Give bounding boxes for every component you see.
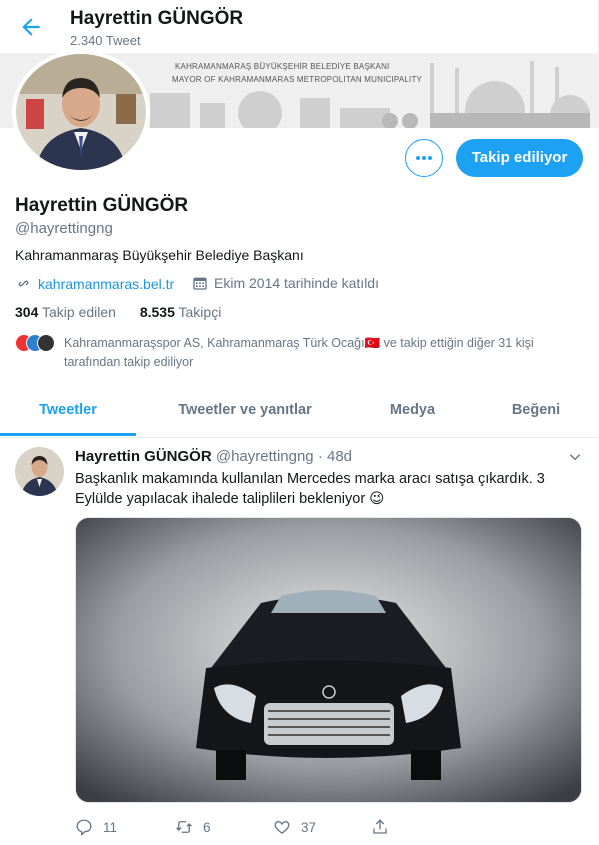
following-button[interactable]: Takip ediliyor bbox=[456, 139, 583, 177]
followed-by-line-2: tarafından takip ediliyor bbox=[64, 355, 194, 369]
profile-handle: @hayrettingng bbox=[15, 220, 113, 237]
reply-icon bbox=[76, 819, 92, 836]
banner-line-2: MAYOR OF KAHRAMANMARAS METROPOLITAN MUNI… bbox=[172, 75, 423, 84]
retweet-icon bbox=[176, 821, 192, 833]
tweet-author-name[interactable]: Hayrettin GÜNGÖR bbox=[75, 448, 212, 465]
followed-by-text[interactable]: Kahramanmaraşspor AS, Kahramanmaraş Türk… bbox=[64, 334, 584, 372]
profile-avatar[interactable] bbox=[12, 50, 150, 174]
like-action[interactable]: 37 bbox=[273, 818, 316, 836]
reply-action[interactable]: 11 bbox=[75, 818, 117, 836]
avatar-photo bbox=[16, 54, 146, 170]
back-arrow-icon[interactable] bbox=[18, 14, 44, 40]
tab-tweets[interactable]: Tweetler bbox=[0, 384, 136, 437]
topbar-tweet-count: 2.340 Tweet bbox=[70, 33, 141, 48]
following-count: 304 bbox=[15, 304, 39, 320]
tweet-author-handle[interactable]: @hayrettingng · 48d bbox=[216, 448, 352, 465]
tab-likes[interactable]: Beğeni bbox=[495, 384, 577, 437]
profile-name: Hayrettin GÜNGÖR bbox=[15, 195, 189, 216]
profile-tabs: Tweetler Tweetler ve yanıtlar Medya Beğe… bbox=[0, 384, 599, 438]
tweet-media-image[interactable] bbox=[75, 517, 582, 803]
mini-avatar bbox=[37, 334, 55, 352]
car-photo bbox=[76, 518, 581, 802]
website-link[interactable]: kahramanmaras.bel.tr bbox=[38, 276, 174, 292]
topbar-name: Hayrettin GÜNGÖR bbox=[70, 8, 244, 29]
tab-tweets-and-replies[interactable]: Tweetler ve yanıtlar bbox=[160, 384, 330, 437]
profile-website: kahramanmaras.bel.tr bbox=[15, 275, 174, 292]
tweet-avatar-photo bbox=[15, 447, 64, 496]
tweet-header: Hayrettin GÜNGÖR @hayrettingng · 48d bbox=[75, 448, 352, 465]
retweet-count: 6 bbox=[203, 819, 211, 835]
share-action[interactable] bbox=[371, 818, 389, 836]
like-count: 37 bbox=[301, 819, 317, 835]
followers-stat[interactable]: 8.535 Takipçi bbox=[140, 304, 221, 320]
joined-text: Ekim 2014 tarihinde katıldı bbox=[214, 275, 379, 291]
retweet-action[interactable]: 6 bbox=[175, 818, 211, 836]
more-options-button[interactable] bbox=[405, 139, 443, 177]
banner-line-1: KAHRAMANMARAŞ BÜYÜKŞEHİR BELEDİYE BAŞKAN… bbox=[175, 62, 390, 71]
like-icon bbox=[274, 821, 290, 834]
link-icon bbox=[18, 280, 29, 287]
profile-joined: Ekim 2014 tarihinde katıldı bbox=[192, 275, 379, 291]
calendar-icon bbox=[193, 277, 207, 290]
following-label: Takip edilen bbox=[42, 304, 116, 320]
tweet-avatar[interactable] bbox=[15, 447, 64, 496]
share-icon bbox=[373, 819, 387, 834]
tweet-text: Başkanlık makamında kullanılan Mercedes … bbox=[75, 471, 545, 507]
profile-stats: 304 Takip edilen 8.535 Takipçi bbox=[15, 304, 241, 320]
followed-by-line-1: Kahramanmaraşspor AS, Kahramanmaraş Türk… bbox=[64, 336, 534, 350]
active-tab-indicator bbox=[0, 433, 136, 436]
tab-media[interactable]: Medya bbox=[370, 384, 455, 437]
more-dots-icon bbox=[416, 156, 432, 160]
followers-count: 8.535 bbox=[139, 304, 175, 320]
following-stat[interactable]: 304 Takip edilen bbox=[15, 304, 116, 320]
top-bar: Hayrettin GÜNGÖR 2.340 Tweet bbox=[0, 0, 599, 53]
caret-down-icon[interactable] bbox=[568, 450, 582, 464]
followed-by-avatars[interactable] bbox=[15, 334, 59, 352]
profile-bio: Kahramanmaraş Büyükşehir Belediye Başkan… bbox=[15, 247, 304, 263]
reply-count: 11 bbox=[103, 819, 118, 835]
followers-label: Takipçi bbox=[178, 304, 222, 320]
